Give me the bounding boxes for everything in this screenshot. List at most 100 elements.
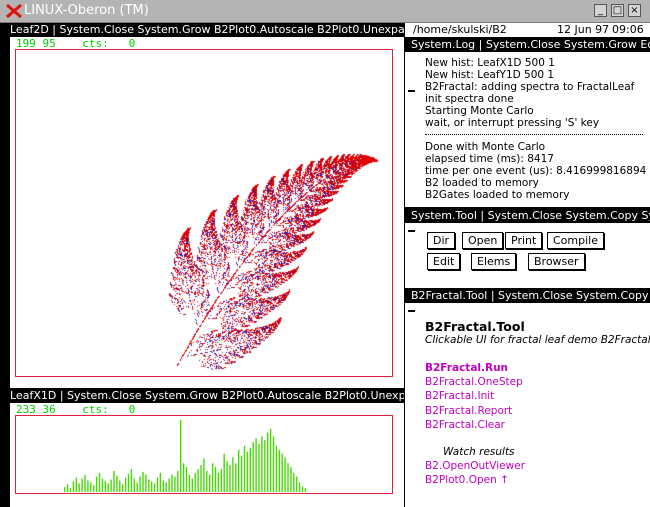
tool-subtitle: Clickable UI for fractal leaf demo B2Fra… — [425, 334, 650, 346]
maximize-button[interactable]: □ — [611, 4, 624, 17]
histogram-bar — [98, 472, 101, 492]
histogram-bar — [104, 481, 106, 492]
fractal-leaf-plot[interactable] — [16, 50, 392, 376]
b2fractal-tool-viewer[interactable]: B2Fractal.Tool Clickable UI for fractal … — [405, 303, 650, 507]
system-log-viewer[interactable]: New hist: LeafX1D 500 1 New hist: LeafY1… — [405, 52, 650, 207]
histogram-bar — [209, 474, 211, 492]
histogram-bar — [145, 474, 147, 492]
histogram-bar — [287, 463, 289, 492]
histogram-bar — [220, 469, 222, 492]
histogram-bar — [226, 461, 228, 492]
histogram-bar — [133, 478, 135, 492]
log-line: wait, or interrupt pressing 'S' key — [425, 117, 600, 129]
open-out-viewer-command[interactable]: B2.OpenOutViewer — [425, 459, 525, 473]
histogram-bar — [78, 483, 80, 492]
onestep-command[interactable]: B2Fractal.OneStep — [425, 375, 523, 389]
scroll-mark[interactable] — [408, 310, 415, 312]
histogram-bar — [136, 482, 138, 492]
leafx1d-histogram[interactable] — [16, 416, 392, 493]
histogram-bar — [293, 472, 295, 492]
histogram-bar — [151, 481, 153, 492]
run-command[interactable]: B2Fractal.Run — [425, 361, 523, 375]
histogram-bar — [122, 484, 124, 492]
b2tool-menubar[interactable]: B2Fractal.Tool | System.Close System.Cop… — [405, 289, 650, 303]
systool-menubar[interactable]: System.Tool | System.Close System.Copy S… — [405, 209, 650, 223]
histogram-bar — [182, 463, 185, 492]
leaf2d-viewer[interactable]: 199 95 cts: 0 — [10, 37, 404, 388]
histogram-bar — [168, 478, 170, 492]
histogram-bar — [238, 449, 240, 492]
histogram-bar — [139, 476, 141, 492]
scroll-mark[interactable] — [408, 90, 415, 92]
log-line: B2Fractal: adding spectra to FractalLeaf — [425, 81, 635, 93]
histogram-bar — [298, 482, 301, 492]
histogram-bar — [249, 447, 251, 492]
scroll-mark[interactable] — [408, 230, 415, 232]
histogram-bar — [229, 465, 231, 492]
histogram-bar — [116, 475, 118, 492]
log-line: New hist: LeafX1D 500 1 — [425, 57, 555, 69]
leafx1d-plot-frame[interactable] — [15, 415, 393, 494]
histogram-bar — [304, 488, 307, 492]
histogram-bar — [64, 487, 66, 492]
init-command[interactable]: B2Fractal.Init — [425, 389, 523, 403]
browser-button[interactable]: Browser — [528, 253, 585, 270]
histogram-bar — [69, 488, 72, 492]
histogram-bar — [142, 471, 144, 492]
histogram-bar — [127, 473, 130, 492]
histogram-bar — [110, 479, 112, 492]
histogram-bar — [84, 474, 86, 492]
log-menu-text[interactable]: System.Log | System.Close System.Grow Ed… — [411, 38, 650, 51]
plot-open-command[interactable]: B2Plot0.Open ↑ — [425, 473, 525, 487]
histogram-bar — [191, 478, 193, 492]
histogram-bar — [162, 480, 164, 492]
histogram-bar — [180, 420, 182, 492]
histogram-bar — [258, 444, 260, 492]
histogram-bar — [119, 480, 121, 492]
elems-button[interactable]: Elems — [471, 253, 517, 270]
clear-command[interactable]: B2Fractal.Clear — [425, 418, 523, 432]
histogram-bar — [223, 453, 225, 492]
open-button[interactable]: Open — [462, 232, 504, 249]
leafx1d-menu-text[interactable]: LeafX1D | System.Close System.Grow B2Plo… — [10, 389, 404, 402]
system-tool-viewer[interactable]: Dir Open Print Compile Edit Elems Browse… — [405, 223, 650, 288]
report-command[interactable]: B2Fractal.Report — [425, 404, 523, 418]
leaf2d-plot-frame[interactable] — [15, 49, 393, 377]
histogram-bar — [264, 440, 266, 492]
current-directory: /home/skulski/B2 — [413, 23, 507, 36]
leafx1d-viewer[interactable]: 233 36 cts: 0 — [10, 403, 404, 507]
histogram-bar — [101, 478, 104, 492]
histogram-bar — [267, 432, 269, 492]
log-line: elapsed time (ms): 8417 — [425, 153, 554, 165]
clock-text: 09:06 — [612, 23, 644, 36]
leaf2d-menu-text[interactable]: Leaf2D | System.Close System.Grow B2Plot… — [10, 23, 404, 36]
compile-button[interactable]: Compile — [547, 232, 604, 249]
minimize-button[interactable]: _ — [594, 4, 607, 17]
histogram-bar — [124, 477, 127, 492]
histogram-bar — [211, 463, 214, 492]
histogram-bar — [156, 477, 159, 492]
print-button[interactable]: Print — [505, 232, 543, 249]
histogram-bar — [72, 481, 75, 492]
histogram-bar — [177, 470, 179, 492]
histogram-bar — [272, 436, 275, 492]
histogram-bar — [93, 485, 95, 492]
log-line: Done with Monte Carlo — [425, 141, 546, 153]
histogram-bar — [217, 472, 220, 492]
b2tool-menu-text[interactable]: B2Fractal.Tool | System.Close System.Cop… — [411, 289, 650, 302]
window-title-bar[interactable]: LINUX-Oberon (TM) _ □ × — [0, 0, 650, 23]
tool-title: B2Fractal.Tool — [425, 319, 525, 334]
log-separator — [425, 134, 643, 135]
leafx1d-menubar[interactable]: LeafX1D | System.Close System.Grow B2Plo… — [10, 389, 404, 403]
systool-menu-text[interactable]: System.Tool | System.Close System.Copy S… — [411, 209, 650, 222]
dir-button[interactable]: Dir — [427, 232, 456, 249]
histogram-bar — [197, 469, 199, 492]
histogram-bar — [214, 467, 217, 492]
histogram-bar — [243, 445, 246, 492]
leaf2d-menubar[interactable]: Leaf2D | System.Close System.Grow B2Plot… — [10, 23, 404, 37]
edit-button[interactable]: Edit — [427, 253, 461, 270]
log-menubar[interactable]: System.Log | System.Close System.Grow Ed… — [405, 38, 650, 52]
window-title: LINUX-Oberon (TM) — [24, 3, 149, 18]
watch-results-label: Watch results — [443, 446, 515, 458]
close-button[interactable]: × — [628, 4, 641, 17]
